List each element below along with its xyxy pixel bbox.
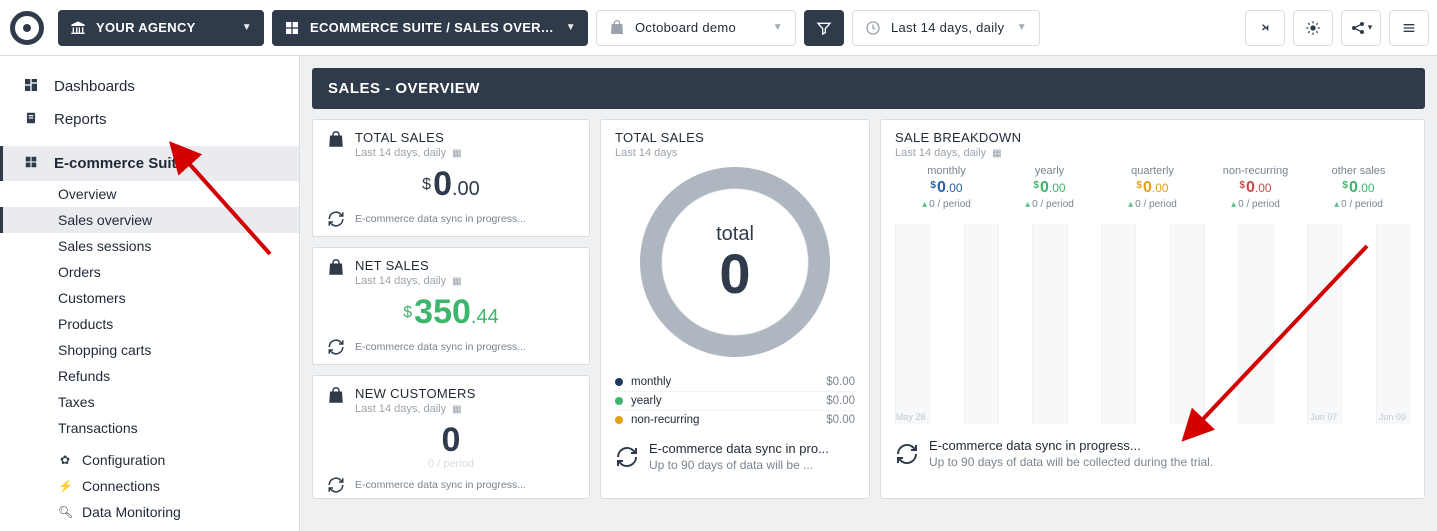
legend-row: yearly$0.00 [615,392,855,411]
card-total-sales: TOTAL SALES Last 14 days, daily▦ $0.00 E… [312,119,590,237]
card-sale-breakdown: SALE BREAKDOWN Last 14 days, daily▦ mont… [880,119,1425,499]
legend-dot [615,378,623,386]
calendar-icon: ▦ [452,148,461,159]
refresh-icon [327,476,345,494]
breakdown-chart: May 28Jun 07Jun 09 [895,224,1410,424]
grid-icon [284,20,300,36]
calendar-icon: ▦ [452,404,461,415]
dashboard-icon [22,77,40,96]
sidebar-item-shopping-carts[interactable]: Shopping carts [0,337,299,363]
donut-legend: monthly$0.00 yearly$0.00 non-recurring$0… [615,373,855,429]
card-title: SALE BREAKDOWN [895,130,1410,145]
card-title: TOTAL SALES [615,130,855,145]
grid-icon [22,155,40,172]
new-customers-value: 0 [327,421,575,460]
reports-icon [22,110,40,129]
agency-label: YOUR AGENCY [96,20,196,35]
suite-selector[interactable]: ECOMMERCE SUITE / SALES OVERVI... ▼ [272,10,588,46]
card-total-sales-donut: TOTAL SALES Last 14 days total 0 monthly… [600,119,870,499]
net-sales-value: $350.44 [327,293,575,332]
caret-down-icon: ▼ [242,22,252,33]
sync-status: E-commerce data sync in progress... [327,332,575,356]
connections-button[interactable] [1245,10,1285,46]
calendar-icon: ▦ [992,148,1001,159]
share-button[interactable]: ▾ [1341,10,1381,46]
date-range-selector[interactable]: Last 14 days, daily ▼ [852,10,1040,46]
nav-reports-label: Reports [54,111,107,128]
card-new-customers: NEW CUSTOMERS Last 14 days, daily▦ 0 0 /… [312,375,590,499]
card-net-sales: NET SALES Last 14 days, daily▦ $350.44 E… [312,247,590,365]
new-customers-period: 0 / period [327,458,575,470]
suite-label: ECOMMERCE SUITE / SALES OVERVI... [310,20,556,35]
filter-button[interactable] [804,10,844,46]
app-logo [10,11,44,45]
bank-icon [70,20,86,36]
client-label: Octoboard demo [635,20,736,35]
caret-down-icon: ▼ [1017,22,1027,33]
main-content: SALES - OVERVIEW TOTAL SALES Last 14 day… [300,56,1437,531]
card-title: TOTAL SALES [355,130,462,145]
bag-icon [327,131,345,149]
sidebar-item-products[interactable]: Products [0,311,299,337]
nav-dashboards[interactable]: Dashboards [0,70,299,103]
legend-dot [615,397,623,405]
caret-down-icon: ▼ [566,22,576,33]
sidebar-item-orders[interactable]: Orders [0,259,299,285]
sidebar-item-sales-sessions[interactable]: Sales sessions [0,233,299,259]
bag-icon [327,259,345,277]
donut-chart: total 0 [640,167,830,357]
sidebar-item-taxes[interactable]: Taxes [0,389,299,415]
nav-reports[interactable]: Reports [0,103,299,136]
page-title: SALES - OVERVIEW [312,68,1425,109]
gear-icon: ✿ [58,453,72,467]
sidebar-item-refunds[interactable]: Refunds [0,363,299,389]
nav-section-ecommerce[interactable]: E-commerce Suite [0,146,299,181]
total-sales-value: $0.00 [327,165,575,204]
refresh-icon [895,442,919,466]
sync-status: E-commerce data sync in pro... Up to 90 … [615,435,855,472]
theme-button[interactable] [1293,10,1333,46]
legend-dot [615,416,623,424]
sidebar-item-connections[interactable]: ⚡ Connections [0,473,299,499]
plug-icon: ⚡ [58,479,72,493]
sync-status: E-commerce data sync in progress... [327,204,575,228]
clock-icon [865,20,881,36]
client-selector[interactable]: Octoboard demo ▼ [596,10,796,46]
bag-icon [327,387,345,405]
sidebar-item-data-monitoring[interactable]: 🔍︎ Data Monitoring [0,499,299,525]
menu-button[interactable] [1389,10,1429,46]
bag-icon [609,20,625,36]
donut-center-value: 0 [719,246,750,302]
refresh-icon [327,210,345,228]
card-title: NET SALES [355,258,462,273]
search-icon: 🔍︎ [58,505,72,519]
sidebar-item-configuration[interactable]: ✿ Configuration [0,447,299,473]
legend-row: monthly$0.00 [615,373,855,392]
card-title: NEW CUSTOMERS [355,386,476,401]
sidebar: Dashboards Reports E-commerce Suite Over… [0,56,300,531]
sidebar-item-overview[interactable]: Overview [0,181,299,207]
caret-down-icon: ▼ [773,22,783,33]
nav-dashboards-label: Dashboards [54,78,135,95]
legend-row: non-recurring$0.00 [615,411,855,429]
agency-selector[interactable]: YOUR AGENCY ▼ [58,10,264,46]
sidebar-item-customers[interactable]: Customers [0,285,299,311]
sidebar-item-transactions[interactable]: Transactions [0,415,299,441]
sync-status: E-commerce data sync in progress... Up t… [895,432,1410,469]
refresh-icon [327,338,345,356]
calendar-icon: ▦ [452,276,461,287]
nav-section-label: E-commerce Suite [54,155,185,172]
refresh-icon [615,445,639,469]
topbar: YOUR AGENCY ▼ ECOMMERCE SUITE / SALES OV… [0,0,1437,56]
sidebar-item-sales-overview[interactable]: Sales overview [0,207,299,233]
sync-status: E-commerce data sync in progress... [327,470,575,494]
breakdown-header: monthly$0.00▴0 / period yearly$0.00▴0 / … [895,165,1410,210]
date-range-label: Last 14 days, daily [891,20,1004,35]
